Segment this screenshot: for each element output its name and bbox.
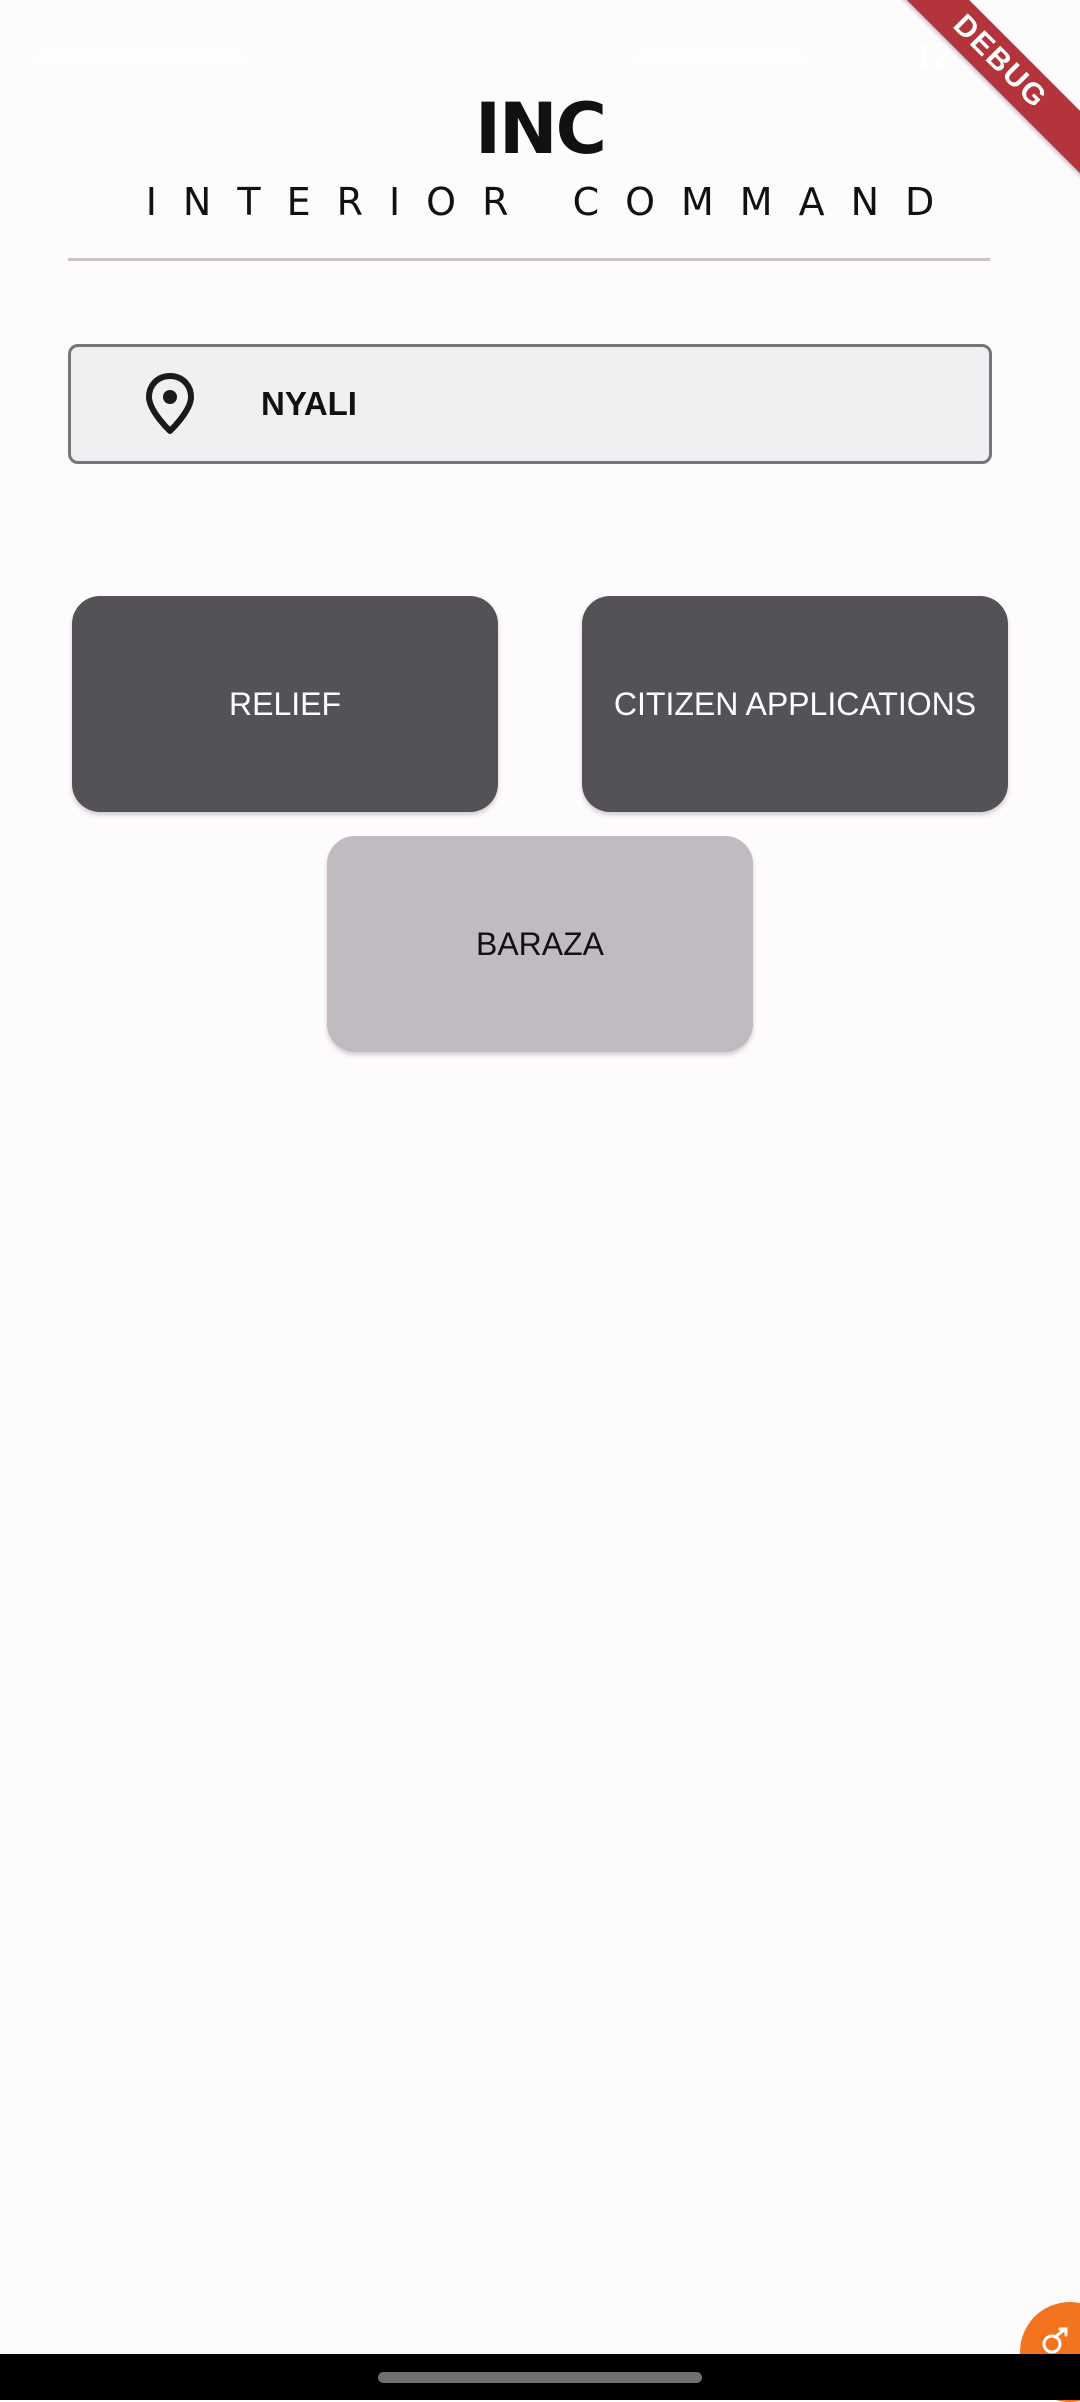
link-icon [1040,2324,1074,2358]
relief-button-label: RELIEF [228,685,342,722]
status-system-icons [630,48,810,68]
citizen-applications-button[interactable]: CITIZEN APPLICATIONS [582,596,1008,812]
app-subtitle: INTERIOR COMMAND [145,180,961,224]
home-gesture-handle[interactable] [378,2372,702,2383]
location-pin-icon [145,373,195,435]
relief-button[interactable]: RELIEF [72,596,498,812]
header-divider [68,258,990,261]
navigation-bar [0,2354,1080,2400]
location-field[interactable]: NYALI [68,344,992,464]
citizen-applications-button-label: CITIZEN APPLICATIONS [613,685,977,722]
baraza-button[interactable]: BARAZA [327,836,753,1052]
status-notification-icons [30,48,250,68]
app-logo: INC [474,88,607,170]
baraza-button-label: BARAZA [475,925,605,962]
location-value: NYALI [261,385,357,422]
